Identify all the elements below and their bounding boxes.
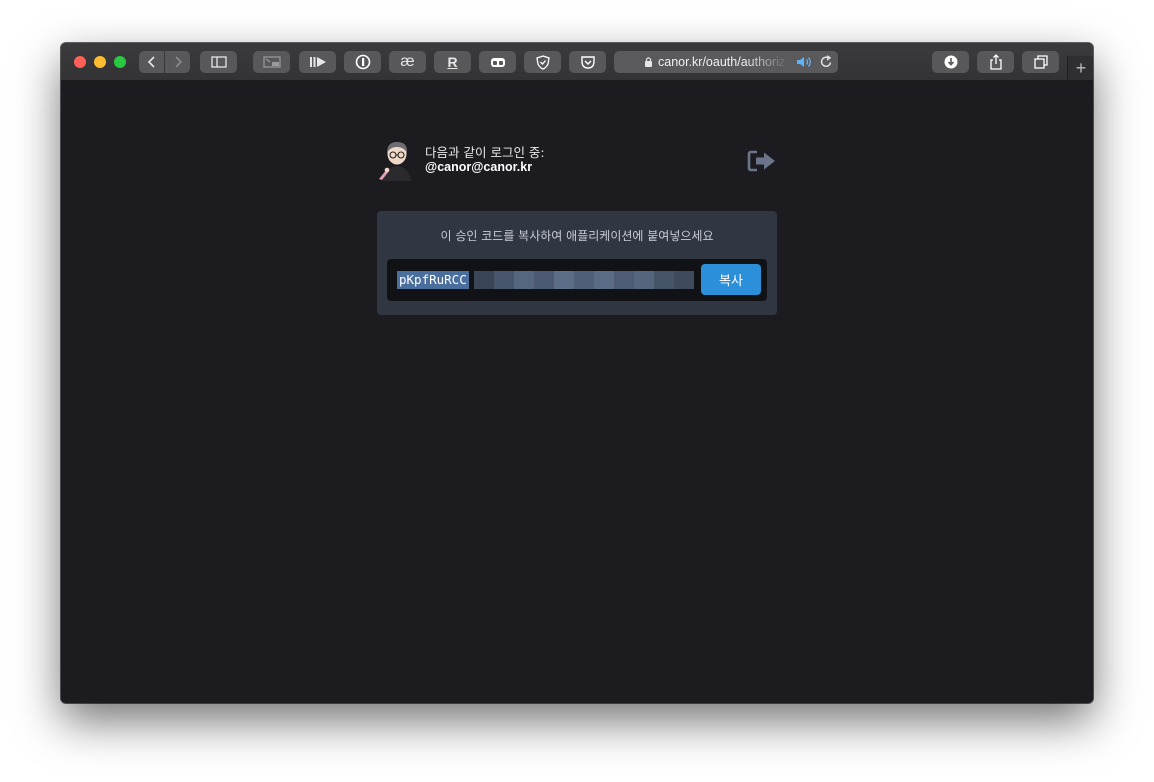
share-icon bbox=[989, 54, 1002, 70]
reader-icon bbox=[309, 57, 326, 67]
download-icon bbox=[944, 55, 957, 69]
authorization-code-box: pKpfRuRCC 복사 bbox=[387, 259, 767, 303]
shield-extension-button[interactable] bbox=[524, 51, 561, 73]
1password-icon bbox=[355, 54, 370, 70]
browser-window: æ R canor.kr/oauth/authoriz + 다음과 같이 로그인… bbox=[61, 43, 1093, 703]
browser-toolbar: æ R canor.kr/oauth/authoriz + bbox=[61, 43, 1093, 81]
picture-in-picture-button[interactable] bbox=[253, 51, 290, 73]
authorization-code-text: pKpfRuRCC bbox=[397, 271, 469, 289]
close-window-button[interactable] bbox=[74, 56, 86, 68]
authorization-code-panel: 이 승인 코드를 복사하여 애플리케이션에 붙여넣으세요 pKpfRuRCC 복… bbox=[377, 211, 777, 315]
tabs-icon bbox=[1033, 55, 1048, 69]
back-button[interactable] bbox=[139, 51, 164, 73]
redacted-code-mask bbox=[474, 271, 694, 289]
tab-overview-button[interactable] bbox=[1022, 51, 1059, 73]
minimize-window-button[interactable] bbox=[94, 56, 106, 68]
avatar-image bbox=[377, 139, 417, 181]
new-tab-button[interactable]: + bbox=[1067, 56, 1093, 80]
ae-extension-icon: æ bbox=[400, 53, 415, 70]
copy-button[interactable]: 복사 bbox=[701, 264, 761, 295]
share-button[interactable] bbox=[977, 51, 1014, 73]
sidebar-button[interactable] bbox=[200, 51, 237, 73]
copy-instruction: 이 승인 코드를 복사하여 애플리케이션에 붙여넣으세요 bbox=[440, 229, 714, 243]
avatar bbox=[377, 139, 417, 181]
glasses-extension-button[interactable] bbox=[479, 51, 516, 73]
address-bar[interactable]: canor.kr/oauth/authoriz bbox=[614, 51, 838, 73]
speaker-icon[interactable] bbox=[796, 55, 814, 69]
zoom-window-button[interactable] bbox=[114, 56, 126, 68]
downloads-button[interactable] bbox=[932, 51, 969, 73]
lock-icon bbox=[645, 57, 652, 67]
picture-in-picture-icon bbox=[262, 56, 281, 68]
logout-icon[interactable] bbox=[747, 149, 777, 173]
login-status-label: 다음과 같이 로그인 중: bbox=[425, 145, 545, 160]
r-extension-button[interactable]: R bbox=[434, 51, 471, 73]
shield-icon bbox=[535, 54, 550, 70]
url-fade bbox=[744, 51, 794, 73]
reader-button[interactable] bbox=[299, 51, 336, 73]
chevron-left-icon bbox=[147, 56, 155, 68]
pocket-icon bbox=[580, 56, 595, 69]
account-handle: @canor@canor.kr bbox=[425, 160, 533, 174]
r-extension-icon: R bbox=[447, 54, 458, 70]
pocket-button[interactable] bbox=[569, 51, 606, 73]
reload-icon[interactable] bbox=[819, 55, 833, 69]
1password-button[interactable] bbox=[344, 51, 381, 73]
ae-extension-button[interactable]: æ bbox=[389, 51, 426, 73]
sidebar-icon bbox=[210, 56, 227, 68]
logged-in-user: 다음과 같이 로그인 중: @canor@canor.kr bbox=[377, 139, 777, 185]
chevron-right-icon bbox=[174, 56, 182, 68]
glasses-icon bbox=[490, 58, 505, 67]
forward-button[interactable] bbox=[165, 51, 190, 73]
page-content: 다음과 같이 로그인 중: @canor@canor.kr 이 승인 코드를 복… bbox=[61, 81, 1093, 703]
